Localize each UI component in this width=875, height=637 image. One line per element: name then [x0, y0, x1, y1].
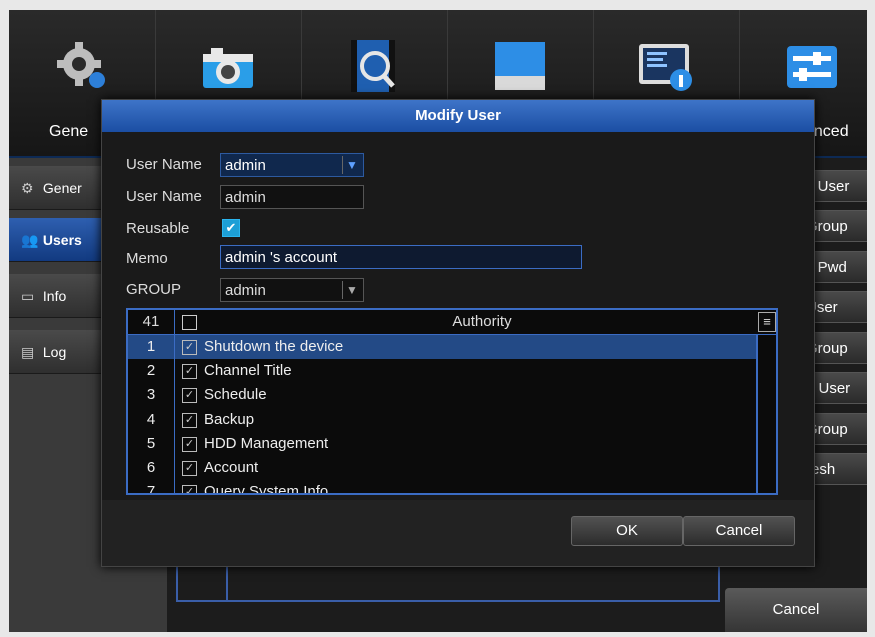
- video-search-icon: [351, 40, 395, 92]
- table-header: 41 Authority ≡: [128, 310, 776, 335]
- dialog-title: Modify User: [102, 100, 814, 132]
- table-row[interactable]: 7 ✓ Query System Info: [128, 480, 776, 495]
- sliders-icon: [787, 46, 837, 88]
- row-label: Schedule: [204, 386, 267, 404]
- row-number: 5: [128, 431, 175, 456]
- ok-button[interactable]: OK: [571, 516, 683, 546]
- row-label: Channel Title: [204, 362, 292, 380]
- log-icon: ▤: [21, 344, 35, 360]
- table-row[interactable]: 2 ✓ Channel Title: [128, 359, 776, 384]
- group-value: admin: [225, 282, 266, 299]
- memo-field[interactable]: admin 's account: [220, 245, 582, 269]
- gear-icon: ⚙: [21, 180, 34, 196]
- table-row[interactable]: 1 ✓ Shutdown the device: [128, 335, 776, 360]
- system-info-icon: [639, 44, 692, 91]
- sidebar-item-label: Gener: [42, 180, 82, 196]
- dvr-screen: Gene anced ⚙ Gener 👥 Users ▭ Info ▤ Log …: [9, 10, 867, 632]
- sidebar-item-label: Info: [42, 288, 67, 304]
- row-number: 2: [128, 359, 175, 384]
- chevron-down-icon[interactable]: ▼: [342, 156, 361, 174]
- row-number: 7: [128, 480, 175, 493]
- authority-count: 41: [128, 310, 175, 334]
- table-row[interactable]: 3 ✓ Schedule: [128, 383, 776, 408]
- user-name-value: admin: [225, 157, 266, 174]
- menu-icon[interactable]: ≡: [758, 312, 776, 332]
- sidebar-item-label: Users: [42, 232, 82, 248]
- chevron-down-icon[interactable]: ▼: [342, 281, 361, 299]
- row-label: Backup: [204, 410, 255, 428]
- row-label: HDD Management: [204, 434, 329, 452]
- modify-user-dialog: Modify User User Name admin ▼ User Name …: [101, 99, 815, 567]
- info-icon: ▭: [21, 288, 35, 304]
- row-checkbox[interactable]: ✓: [182, 460, 197, 476]
- select-all-checkbox[interactable]: [182, 315, 197, 330]
- row-label: Query System Info: [204, 483, 329, 495]
- table-scrollbar[interactable]: [756, 335, 776, 493]
- camera-icon: [203, 48, 253, 88]
- row-checkbox[interactable]: ✓: [182, 388, 197, 404]
- authority-table: 41 Authority ≡ 1 ✓ Shutdown the device 2…: [126, 308, 778, 495]
- users-icon: 👥: [21, 232, 39, 248]
- cancel-button[interactable]: Cancel: [683, 516, 795, 546]
- row-checkbox[interactable]: ✓: [182, 340, 197, 355]
- row-number: 1: [128, 335, 175, 360]
- user-name-dropdown[interactable]: admin ▼: [220, 153, 364, 177]
- row-label: Account: [204, 458, 259, 476]
- user-name2-label: User Name: [126, 188, 202, 205]
- row-checkbox[interactable]: ✓: [182, 485, 197, 493]
- reusable-checkbox[interactable]: ✔: [222, 219, 240, 237]
- table-row[interactable]: 5 ✓ HDD Management: [128, 431, 776, 456]
- reusable-label: Reusable: [126, 220, 190, 237]
- row-number: 4: [128, 407, 175, 432]
- hdd-icon: [495, 42, 545, 90]
- group-dropdown[interactable]: admin ▼: [220, 278, 364, 302]
- background-cancel-button[interactable]: Cancel: [725, 588, 867, 632]
- sidebar-item-label: Log: [42, 344, 67, 360]
- table-row[interactable]: 6 ✓ Account: [128, 455, 776, 481]
- gear-icon: [57, 42, 105, 88]
- table-rows: 1 ✓ Shutdown the device 2 ✓ Channel Titl…: [128, 335, 776, 495]
- row-checkbox[interactable]: ✓: [182, 364, 197, 380]
- group-label: GROUP: [126, 281, 182, 298]
- table-row[interactable]: 4 ✓ Backup: [128, 407, 776, 432]
- user-name-label: User Name: [126, 156, 202, 173]
- row-number: 6: [128, 455, 175, 481]
- row-number: 3: [128, 383, 175, 408]
- user-name-field[interactable]: admin: [220, 185, 364, 209]
- memo-label: Memo: [126, 250, 168, 267]
- row-label: Shutdown the device: [204, 338, 344, 355]
- row-checkbox[interactable]: ✓: [182, 412, 197, 428]
- check-icon: ✔: [225, 220, 237, 235]
- row-checkbox[interactable]: ✓: [182, 436, 197, 452]
- authority-header: Authority: [452, 313, 512, 330]
